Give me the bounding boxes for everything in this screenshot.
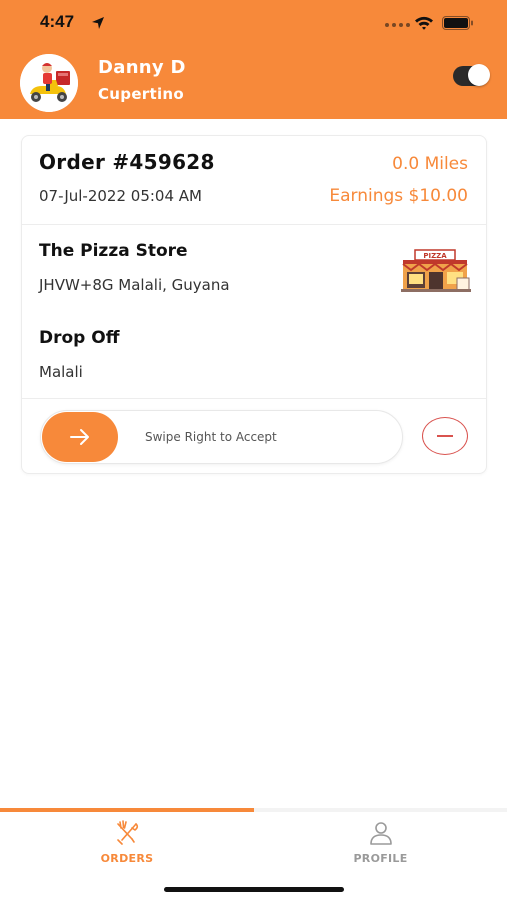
user-name: Danny D xyxy=(98,57,186,78)
tab-orders[interactable]: ORDERS xyxy=(0,812,254,872)
avatar[interactable] xyxy=(20,54,78,112)
swipe-handle[interactable] xyxy=(42,412,118,462)
dropoff-address: Malali xyxy=(39,363,83,381)
home-indicator[interactable] xyxy=(164,887,344,892)
wifi-icon xyxy=(415,16,433,30)
tab-profile-label: PROFILE xyxy=(353,852,408,865)
battery-icon xyxy=(442,16,473,30)
store-name: The Pizza Store xyxy=(39,241,188,261)
dropoff-label: Drop Off xyxy=(39,328,120,348)
divider xyxy=(22,224,486,225)
user-city: Cupertino xyxy=(98,85,184,103)
pizza-store-icon: PIZZA xyxy=(401,249,471,292)
cellular-signal-icon xyxy=(385,23,410,27)
status-bar: 4:47 xyxy=(0,0,507,48)
delivery-scooter-icon xyxy=(20,54,78,112)
swipe-to-accept-slider[interactable]: Swipe Right to Accept xyxy=(40,410,403,464)
swipe-instruction: Swipe Right to Accept xyxy=(145,430,277,444)
order-number: Order #459628 xyxy=(39,150,215,174)
tab-profile[interactable]: PROFILE xyxy=(254,812,507,872)
reject-order-button[interactable] xyxy=(422,417,468,455)
store-address: JHVW+8G Malali, Guyana xyxy=(39,276,230,294)
minus-icon xyxy=(437,435,453,437)
order-card[interactable]: Order #459628 07-Jul-2022 05:04 AM 0.0 M… xyxy=(21,135,487,474)
order-date: 07-Jul-2022 05:04 AM xyxy=(39,187,202,205)
toggle-knob xyxy=(468,64,490,86)
app-header: 4:47 Danny D Cupertino xyxy=(0,0,507,119)
fork-knife-icon xyxy=(117,820,139,845)
divider xyxy=(22,398,486,399)
order-earnings: Earnings $10.00 xyxy=(329,186,468,206)
tab-orders-label: ORDERS xyxy=(100,852,154,865)
location-arrow-icon xyxy=(92,17,104,29)
arrow-right-icon xyxy=(70,429,89,445)
status-time: 4:47 xyxy=(40,12,75,31)
order-distance: 0.0 Miles xyxy=(392,154,468,174)
store-sign-text: PIZZA xyxy=(423,252,447,260)
online-status-toggle[interactable] xyxy=(453,64,490,86)
user-icon xyxy=(369,822,392,845)
